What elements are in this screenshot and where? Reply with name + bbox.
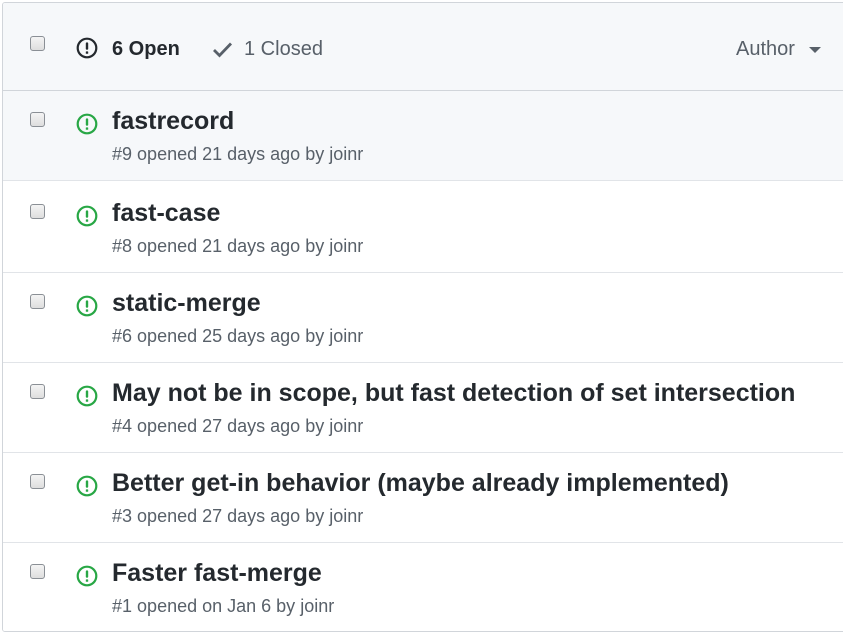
issue-meta: #4 opened 27 days ago by joinr (112, 415, 363, 437)
issue-author-link[interactable]: joinr (329, 144, 363, 164)
issue-number: #6 (112, 326, 133, 346)
issue-checkbox[interactable] (30, 294, 45, 309)
issue-row: static-merge #6 opened 25 days ago by joi… (3, 273, 843, 363)
issue-meta: #9 opened 21 days ago by joinr (112, 143, 363, 165)
issue-title-link[interactable]: Faster fast-merge (112, 558, 322, 588)
closed-issues-filter[interactable]: 1 Closed (244, 37, 323, 61)
issue-checkbox[interactable] (30, 474, 45, 489)
issue-opened-icon (76, 37, 98, 59)
issue-checkbox[interactable] (30, 204, 45, 219)
issue-title-link[interactable]: May not be in scope, but fast detection … (112, 378, 795, 408)
issue-author-link[interactable]: joinr (329, 416, 363, 436)
caret-down-icon (809, 47, 821, 53)
issue-author-link[interactable]: joinr (329, 506, 363, 526)
issue-opened-text: opened 25 days ago by (137, 326, 325, 346)
check-icon (213, 42, 233, 58)
issue-opened-text: opened 21 days ago by (137, 236, 325, 256)
issue-number: #8 (112, 236, 133, 256)
issue-title-link[interactable]: Better get-in behavior (maybe already im… (112, 468, 729, 498)
issue-meta: #6 opened 25 days ago by joinr (112, 325, 363, 347)
issue-row: Faster fast-merge #1 opened on Jan 6 by j… (3, 543, 843, 631)
issue-author-link[interactable]: joinr (329, 326, 363, 346)
issue-row: fast-case #8 opened 21 days ago by joinr (3, 183, 843, 273)
issue-number: #1 (112, 596, 133, 616)
issue-title-link[interactable]: fastrecord (112, 106, 234, 136)
issue-title-link[interactable]: static-merge (112, 288, 261, 318)
issue-meta: #1 opened on Jan 6 by joinr (112, 595, 334, 617)
issues-list-box: 6 Open 1 Closed Author fastrecord #9 open… (2, 2, 843, 632)
issue-author-link[interactable]: joinr (329, 236, 363, 256)
author-filter-dropdown[interactable]: Author (736, 37, 795, 61)
issue-checkbox[interactable] (30, 384, 45, 399)
issue-opened-icon (76, 295, 98, 317)
issue-opened-text: opened 27 days ago by (137, 506, 325, 526)
issue-opened-icon (76, 113, 98, 135)
issue-row: May not be in scope, but fast detection … (3, 363, 843, 453)
issue-opened-text: opened 21 days ago by (137, 144, 325, 164)
issue-number: #4 (112, 416, 133, 436)
issue-opened-icon (76, 475, 98, 497)
issue-number: #9 (112, 144, 133, 164)
select-all-checkbox[interactable] (30, 36, 45, 51)
issue-meta: #3 opened 27 days ago by joinr (112, 505, 363, 527)
issue-opened-text: opened on Jan 6 by (137, 596, 296, 616)
issue-row: fastrecord #9 opened 21 days ago by joinr (3, 91, 843, 181)
issue-opened-icon (76, 565, 98, 587)
open-issues-filter[interactable]: 6 Open (112, 37, 180, 61)
issue-checkbox[interactable] (30, 112, 45, 127)
issues-list-header: 6 Open 1 Closed Author (3, 3, 843, 91)
issue-checkbox[interactable] (30, 564, 45, 579)
issue-author-link[interactable]: joinr (300, 596, 334, 616)
issue-title-link[interactable]: fast-case (112, 198, 220, 228)
issue-opened-icon (76, 205, 98, 227)
issue-number: #3 (112, 506, 133, 526)
issue-meta: #8 opened 21 days ago by joinr (112, 235, 363, 257)
issue-opened-icon (76, 385, 98, 407)
issue-row: Better get-in behavior (maybe already im… (3, 453, 843, 543)
issue-opened-text: opened 27 days ago by (137, 416, 325, 436)
